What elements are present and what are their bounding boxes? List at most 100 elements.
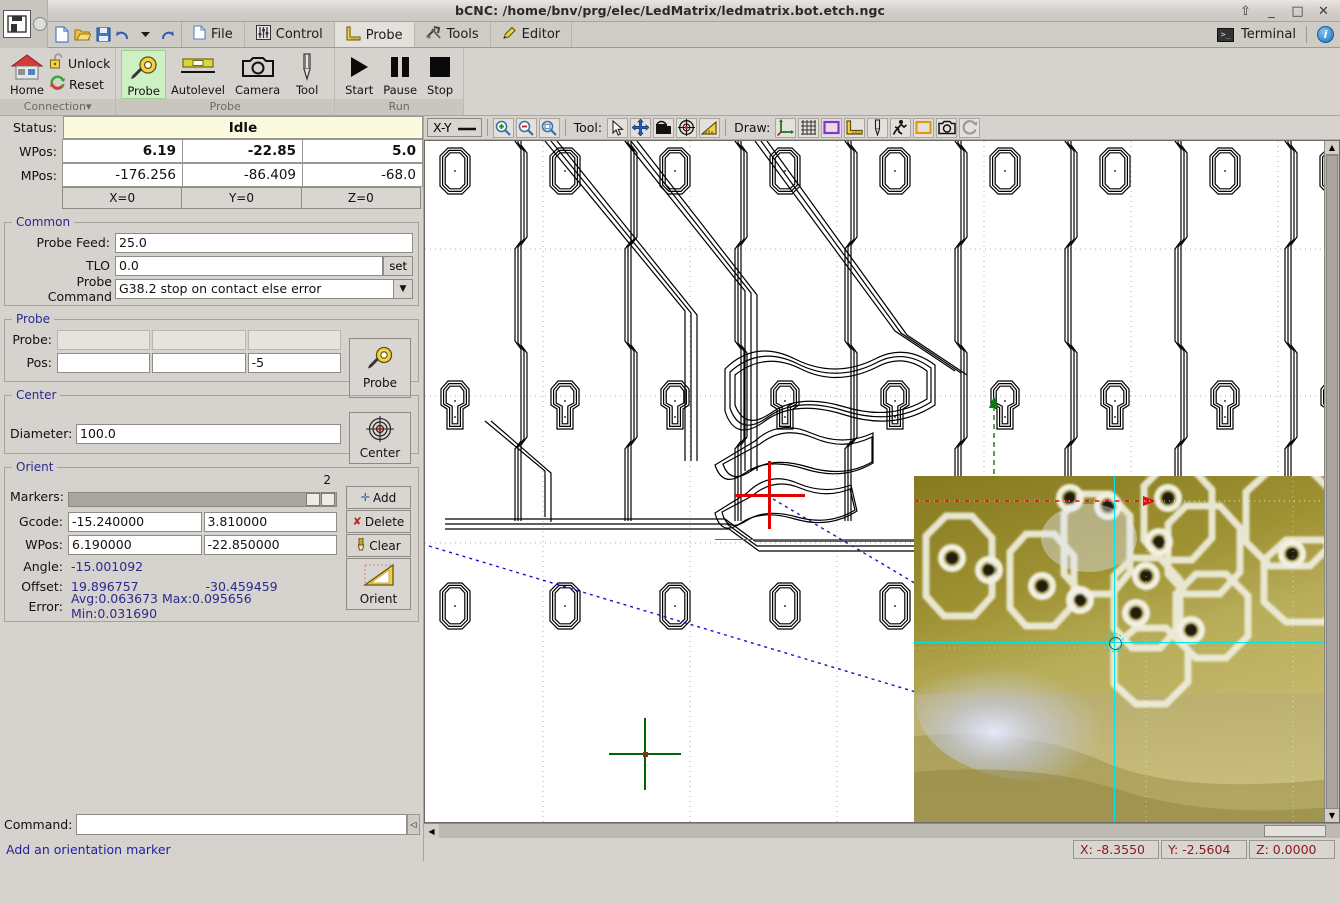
zoom-in-icon[interactable] (492, 117, 514, 138)
terminal-icon[interactable]: >_ (1217, 27, 1235, 42)
info-icon[interactable]: i (1317, 26, 1334, 43)
pause-icon (389, 52, 411, 82)
probe-command-value[interactable]: G38.2 stop on contact else error (115, 278, 394, 299)
orient-delete-button[interactable]: ✘ Delete (346, 510, 411, 533)
probe-ruler-icon[interactable] (844, 117, 866, 138)
camera-button[interactable]: Camera (230, 50, 285, 97)
reset-button[interactable]: Reset (49, 74, 110, 94)
orient-action-button[interactable]: Orient (346, 558, 411, 610)
select-arrow-icon[interactable] (607, 117, 629, 138)
status-row: Status: Idle (0, 116, 423, 139)
gcode-canvas[interactable]: ▲ ▼ (424, 140, 1340, 823)
tlo-set-button[interactable]: set (383, 255, 413, 276)
status-value: Idle (63, 116, 423, 139)
set-square-icon (362, 562, 396, 591)
zero-x-button[interactable]: X=0 (62, 187, 183, 209)
undo-dropdown-icon[interactable] (136, 26, 154, 44)
tool-button[interactable]: Tool (285, 50, 329, 97)
orient-add-button[interactable]: ✛ Add (346, 486, 411, 509)
open-icon[interactable] (73, 26, 91, 44)
logo-secondary-icon (33, 17, 47, 31)
pan-move-icon[interactable] (630, 117, 652, 138)
wpos-z[interactable]: 5.0 (302, 139, 423, 163)
chevron-down-icon[interactable]: ▼ (394, 278, 413, 299)
zero-z-button[interactable]: Z=0 (300, 187, 421, 209)
home-icon (10, 52, 44, 82)
refresh-icon[interactable] (959, 117, 981, 138)
markers-track[interactable] (68, 492, 337, 507)
scroll-left-icon[interactable]: ◀ (424, 824, 439, 838)
plane-selector[interactable]: X-Y (427, 118, 482, 137)
stop-button[interactable]: Stop (422, 50, 458, 97)
markers-thumb-b[interactable] (321, 493, 335, 506)
undo-icon[interactable] (115, 26, 133, 44)
coord-z-readout: Z: 0.0000 (1249, 840, 1335, 859)
orient-gcode-x[interactable]: -15.240000 (68, 511, 202, 532)
redo-icon[interactable] (157, 26, 175, 44)
scroll-down-icon[interactable]: ▼ (1325, 808, 1339, 822)
canvas-stage[interactable] (425, 141, 1339, 822)
camera-overlay[interactable] (914, 476, 1339, 822)
orient-wpos-x[interactable]: 6.190000 (68, 534, 202, 555)
workarea-rect-icon[interactable] (913, 117, 935, 138)
scroll-up-icon[interactable]: ▲ (1325, 141, 1339, 155)
app-logo (0, 0, 48, 48)
connection-group-dropdown-icon[interactable]: ▾ (86, 100, 92, 113)
orient-wpos-y[interactable]: -22.850000 (203, 534, 337, 555)
probe-feed-input[interactable]: 25.0 (115, 232, 413, 253)
menubar-right-group: >_ Terminal i (1217, 22, 1340, 47)
orient-gcode-y[interactable]: 3.810000 (203, 511, 337, 532)
tab-editor[interactable]: Editor (491, 22, 573, 47)
canvas-vertical-scroll-thumb[interactable] (1326, 155, 1338, 822)
canvas-vertical-scrollbar[interactable]: ▲ ▼ (1324, 141, 1339, 822)
pause-button[interactable]: Pause (378, 50, 422, 97)
new-icon[interactable] (52, 26, 70, 44)
wpos-y[interactable]: -22.85 (182, 139, 303, 163)
markers-thumb-a[interactable] (306, 493, 320, 506)
autolevel-button[interactable]: Autolevel (166, 50, 230, 97)
home-button[interactable]: Home (5, 50, 49, 97)
zero-y-button[interactable]: Y=0 (181, 187, 302, 209)
tab-file[interactable]: File (182, 22, 245, 47)
unlock-button[interactable]: Unlock (49, 53, 110, 73)
gantry-icon[interactable] (653, 117, 675, 138)
origin-target-icon[interactable] (676, 117, 698, 138)
grid-icon[interactable] (798, 117, 820, 138)
probe-command-combo[interactable]: G38.2 stop on contact else error ▼ (115, 278, 413, 299)
zoom-out-icon[interactable] (515, 117, 537, 138)
close-icon[interactable]: ✕ (1317, 4, 1330, 18)
start-button[interactable]: Start (340, 50, 378, 97)
probe-pos-y[interactable] (152, 352, 246, 373)
ruler-angle-icon[interactable] (699, 117, 721, 138)
center-action-button[interactable]: Center (349, 412, 411, 464)
markers-scale[interactable]: 2 (68, 473, 337, 507)
command-input[interactable] (76, 813, 407, 835)
tab-probe[interactable]: Probe (334, 22, 415, 47)
canvas-horizontal-scrollbar[interactable]: ◀ (424, 823, 1340, 838)
tab-control[interactable]: Control (245, 22, 335, 47)
probe-pos-z[interactable]: -5 (247, 352, 341, 373)
restore-up-icon[interactable]: ⇧ (1239, 4, 1252, 18)
orient-clear-button[interactable]: Clear (346, 534, 411, 557)
probe-pos-x[interactable] (57, 352, 151, 373)
axes-icon[interactable] (775, 117, 797, 138)
path-run-icon[interactable] (890, 117, 912, 138)
camera-icon[interactable] (936, 117, 958, 138)
connection-small-buttons: Unlock Reset (49, 50, 110, 94)
terminal-label[interactable]: Terminal (1241, 27, 1296, 42)
markers-count: 2 (323, 473, 331, 487)
maximize-icon[interactable]: □ (1291, 4, 1304, 18)
diameter-input[interactable]: 100.0 (76, 423, 341, 444)
tlo-input[interactable]: 0.0 (115, 255, 384, 276)
command-history-icon[interactable]: ◁ (407, 813, 420, 835)
orient-error-label: Error: (28, 598, 63, 614)
zoom-fit-icon[interactable] (538, 117, 560, 138)
tab-tools[interactable]: Tools (415, 22, 491, 47)
margin-rect-icon[interactable] (821, 117, 843, 138)
save-icon[interactable] (94, 26, 112, 44)
wpos-x[interactable]: 6.19 (62, 139, 183, 163)
canvas-horizontal-scroll-thumb[interactable] (1264, 825, 1326, 837)
endmill-icon[interactable] (867, 117, 889, 138)
probe-ribbon-button[interactable]: Probe (121, 50, 166, 99)
minimize-icon[interactable]: _ (1265, 4, 1278, 18)
